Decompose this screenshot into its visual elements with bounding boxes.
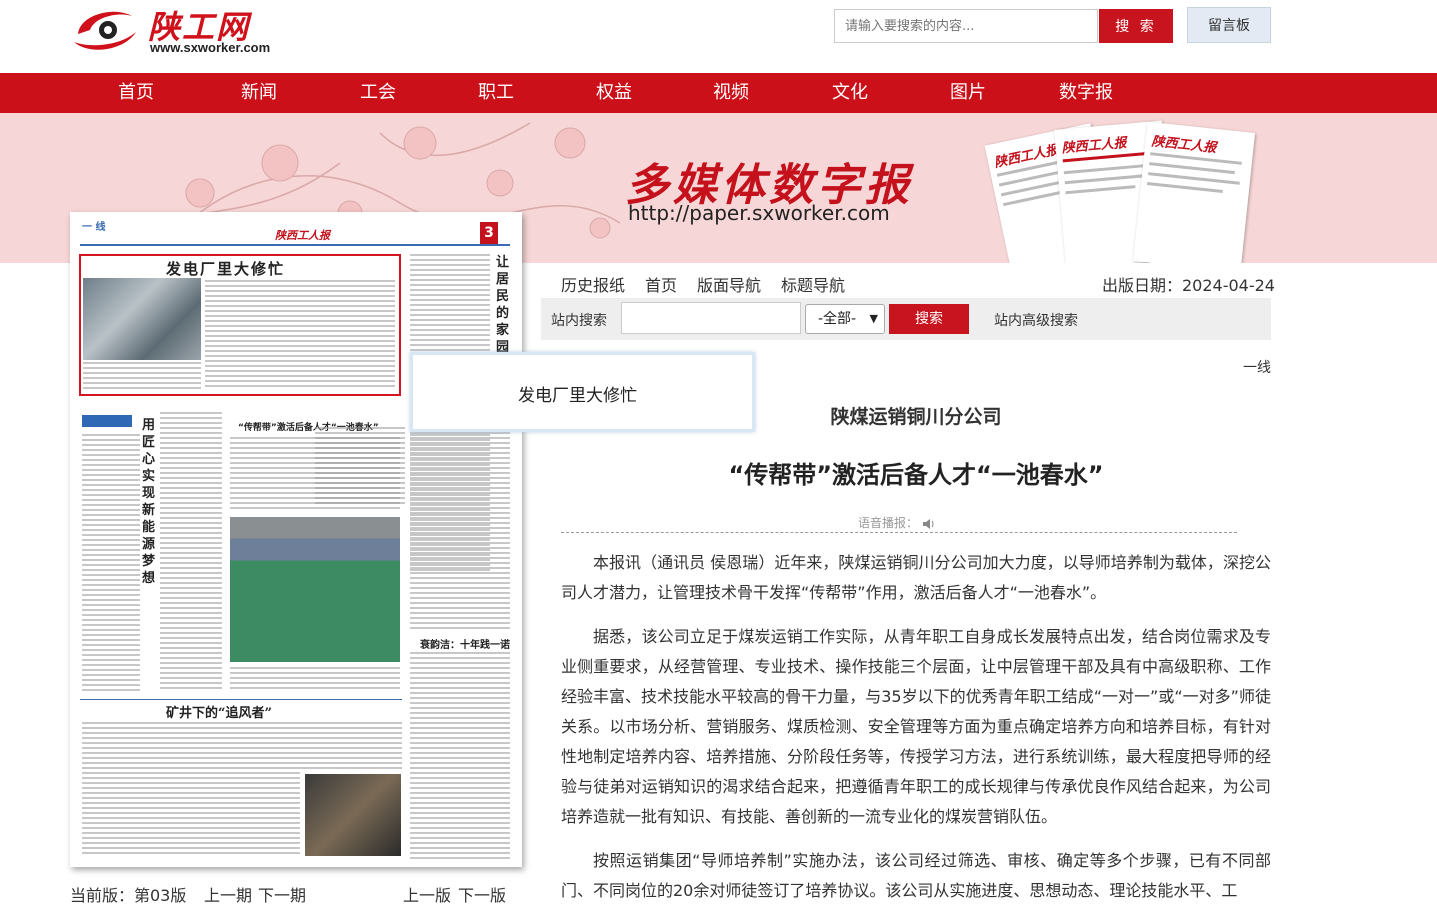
nav-item-workers[interactable]: 职工 <box>478 73 514 113</box>
nav-item-digital-paper[interactable]: 数字报 <box>1059 73 1113 113</box>
chevron-down-icon: ▼ <box>869 312 878 325</box>
prev-page-link[interactable]: 上一版 <box>403 882 451 906</box>
nav-item-pictures[interactable]: 图片 <box>950 73 986 113</box>
article-body: 本报讯（通讯员 侯恩瑞）近年来，陕煤运销铜川分公司加大力度，以导师培养制为载体，… <box>561 548 1271 920</box>
article-paragraph: 本报讯（通讯员 侯恩瑞）近年来，陕煤运销铜川分公司加大力度，以导师培养制为载体，… <box>561 553 1271 602</box>
nav-item-home[interactable]: 首页 <box>118 73 154 113</box>
current-page-label: 当前版：第03版 <box>70 886 187 905</box>
article-kicker: 陕煤运销铜川分公司 <box>830 406 1002 428</box>
advanced-search-link[interactable]: 站内高级搜索 <box>994 310 1078 330</box>
speaker-icon[interactable] <box>922 518 936 530</box>
top-header: 陕工网 www.sxworker.com 搜 索 留言板 <box>0 0 1437 73</box>
newspaper-stack: 陕西工人报 陕西工人报 陕西工人报 <box>984 119 1260 263</box>
message-board-button[interactable]: 留言板 <box>1187 7 1271 43</box>
page-number: 3 <box>480 222 498 244</box>
publish-date: 出版日期：2024-04-24 <box>1102 276 1275 295</box>
mine-photo <box>305 774 401 856</box>
subnav-history[interactable]: 历史报纸 <box>561 272 625 296</box>
search-button[interactable]: 搜 索 <box>1099 9 1173 43</box>
scope-select[interactable]: -全部- ▼ <box>805 304 885 334</box>
next-page-link[interactable]: 下一版 <box>458 882 506 906</box>
site-search-bar: 站内搜索 -全部- ▼ 搜索 站内高级搜索 <box>541 298 1271 340</box>
paper-thumb: 陕西工人报 <box>1132 121 1256 263</box>
article-column: 一线 <box>1243 360 1271 376</box>
nav-item-culture[interactable]: 文化 <box>832 73 868 113</box>
turbine-photo <box>83 278 201 360</box>
divider <box>561 532 1237 533</box>
subnav-home[interactable]: 首页 <box>645 272 677 296</box>
page-masthead: 陕西工人报 <box>275 229 330 242</box>
nav-item-video[interactable]: 视频 <box>713 73 749 113</box>
column-logo <box>82 415 132 427</box>
page-headline-1[interactable]: 发电厂里大修忙 <box>166 258 285 279</box>
nav-item-news[interactable]: 新闻 <box>241 73 277 113</box>
next-issue-link[interactable]: 下一期 <box>258 882 306 906</box>
nav-item-rights[interactable]: 权益 <box>596 73 632 113</box>
site-search-label: 站内搜索 <box>551 313 607 329</box>
logo-url: www.sxworker.com <box>150 40 271 55</box>
main-nav: 首页 新闻 工会 职工 权益 视频 文化 图片 数字报 <box>0 73 1437 113</box>
tts-label: 语音播报： <box>858 516 919 530</box>
newspaper-page-image[interactable]: 一 线 陕西工人报 3 发电厂里大修忙 让居民的家园 用匠心实现新能源梦想 “传… <box>70 212 522 867</box>
site-logo[interactable]: 陕工网 www.sxworker.com <box>70 2 280 58</box>
subnav-page-nav[interactable]: 版面导航 <box>697 272 761 296</box>
article-headline: “传帮带”激活后备人才“一池春水” <box>728 461 1104 489</box>
page-subhead-2[interactable]: 衰韵洁：十年践一诺 <box>420 636 510 651</box>
tts-control[interactable]: 语音播报： <box>858 514 936 531</box>
prev-issue-link[interactable]: 上一期 <box>204 882 252 906</box>
page-section-label: 一 线 <box>82 222 106 233</box>
article-paragraph: 按照运销集团“导师培养制”实施办法，该公司经过筛选、审核、确定等多个步骤，已有不… <box>561 851 1271 900</box>
article-paragraph: 据悉，该公司立足于煤炭运销工作实际，从青年职工自身成长发展特点出发，结合岗位需求… <box>561 627 1271 826</box>
site-search-button[interactable]: 搜索 <box>889 304 969 334</box>
badminton-photo <box>230 517 400 662</box>
subnav-title-nav[interactable]: 标题导航 <box>781 272 845 296</box>
page-headline-2[interactable]: 矿井下的“追风者” <box>166 702 272 721</box>
nav-item-union[interactable]: 工会 <box>360 73 396 113</box>
logo-swirl-icon <box>74 11 136 50</box>
vertical-title-2[interactable]: 用匠心实现新能源梦想 <box>142 417 158 587</box>
site-search-input[interactable] <box>621 302 801 334</box>
search-input[interactable] <box>834 9 1098 43</box>
banner-url: http://paper.sxworker.com <box>628 201 890 225</box>
vertical-title-1[interactable]: 让居民的家园 <box>496 254 512 356</box>
